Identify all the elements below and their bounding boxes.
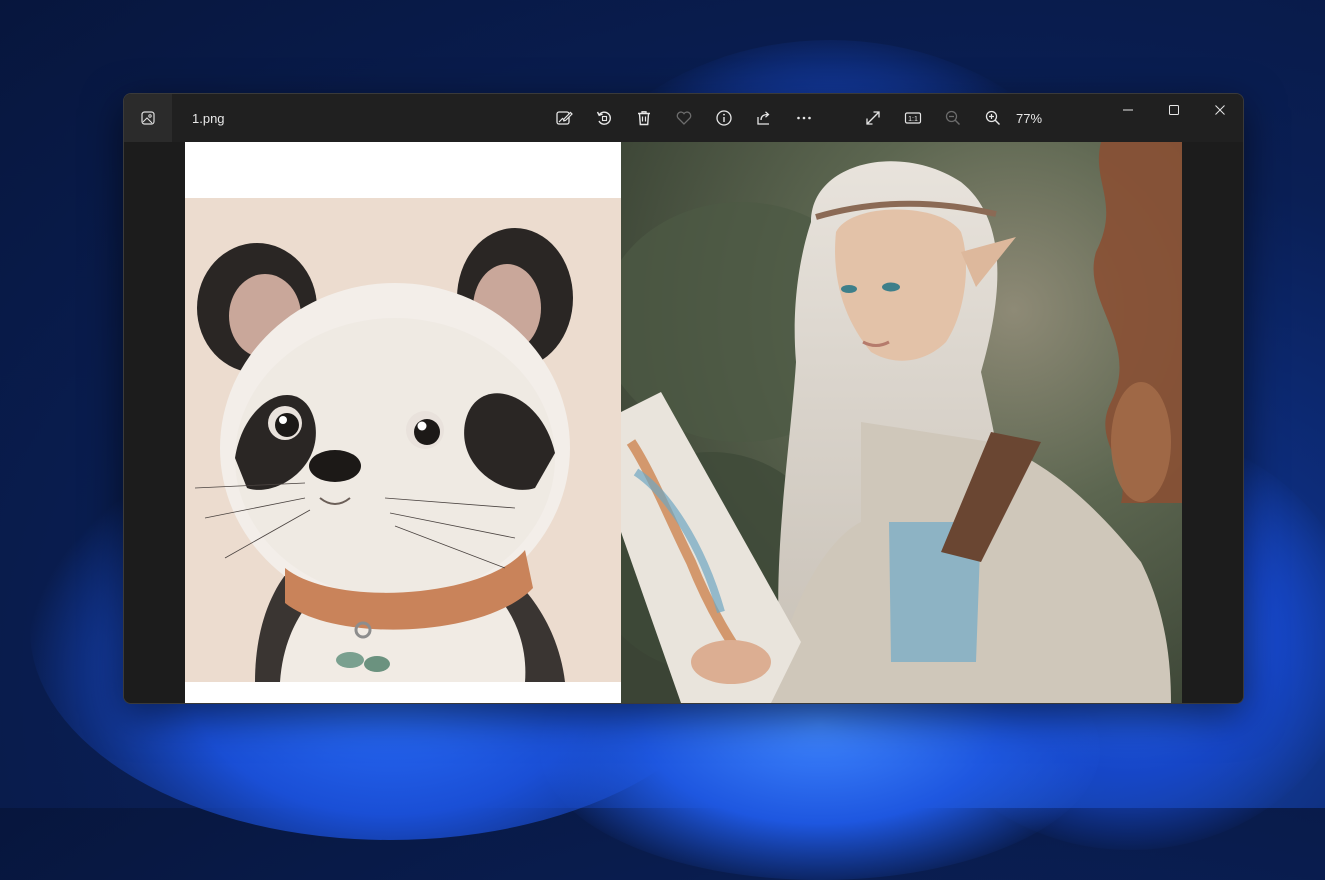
panda-illustration-art [185,198,621,682]
share-icon [757,111,770,125]
maximize-icon [1169,105,1179,115]
zoom-in-icon [985,110,1000,125]
full-screen-button[interactable] [858,103,888,133]
more-icon [797,116,811,120]
favorite-button[interactable] [669,103,699,133]
actual-size-icon: 1:1 [904,112,922,124]
elf-painter-photo [621,142,1182,703]
actual-size-label: 1:1 [908,116,918,123]
minimize-icon [1123,109,1133,111]
image-canvas[interactable] [124,142,1243,703]
close-button[interactable] [1197,94,1243,126]
elf-painter-photo-art [621,142,1182,703]
info-icon [716,110,732,126]
close-icon [1215,105,1225,115]
image-icon [141,111,155,125]
maximize-button[interactable] [1151,94,1197,126]
photos-window: 1.png 1:1 77% [123,93,1244,704]
delete-button[interactable] [629,103,659,133]
actual-size-button[interactable]: 1:1 [898,103,928,133]
rotate-icon [596,111,611,125]
trash-icon [638,111,650,126]
zoom-out-button[interactable] [938,103,968,133]
expand-icon [866,111,880,125]
edit-image-button[interactable] [549,103,579,133]
rotate-button[interactable] [589,103,619,133]
info-button[interactable] [709,103,739,133]
share-button[interactable] [749,103,779,133]
panda-illustration [185,142,621,703]
file-name: 1.png [192,111,225,126]
zoom-out-icon [945,110,960,125]
heart-icon [676,111,692,125]
title-bar[interactable]: 1.png 1:1 77% [124,94,1243,142]
minimize-button[interactable] [1105,94,1151,126]
more-options-button[interactable] [789,103,819,133]
edit-image-icon [556,111,573,125]
zoom-in-button[interactable] [978,103,1008,133]
zoom-level[interactable]: 77% [1016,111,1042,126]
photos-app-icon[interactable] [124,94,172,142]
